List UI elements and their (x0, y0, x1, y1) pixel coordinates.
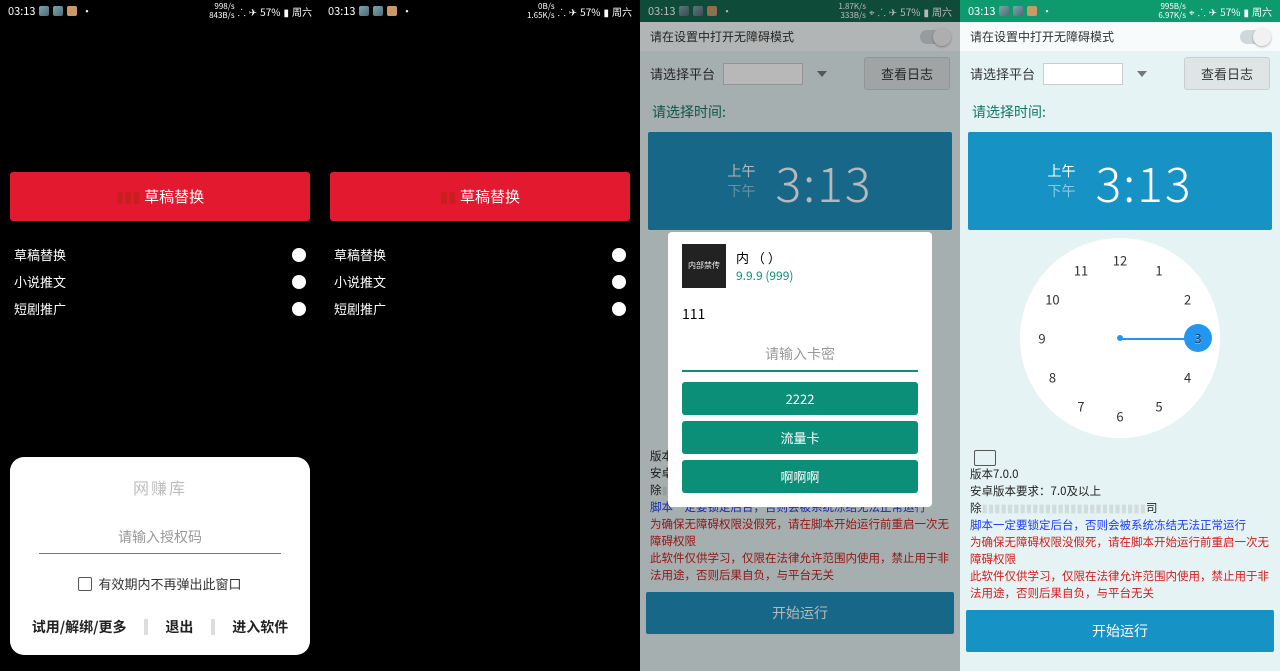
radio-dot[interactable] (612, 248, 626, 262)
accessibility-toggle[interactable] (1240, 30, 1270, 44)
clock-number[interactable]: 5 (1147, 396, 1171, 415)
chevron-down-icon[interactable] (1137, 71, 1147, 77)
clock-number[interactable]: 4 (1176, 368, 1200, 387)
info-blue: 脚本一定要锁定后台，否则会被系统冻结无法正常运行 (970, 517, 1270, 534)
radio-dot[interactable] (292, 275, 306, 289)
card-body-text: 111 (682, 304, 918, 324)
card-btn-1[interactable]: 2222 (682, 382, 918, 415)
status-bar: 03:13• 1.87K/s333B/s⌖⸫✈57%▮周六 (640, 0, 960, 22)
draft-replace-button[interactable]: ▮▮ 草稿替换 (330, 172, 630, 221)
status-bar: 03:13• 998/s843B/s⸫✈57%▮周六 (0, 0, 320, 22)
android-req-text: 安卓版本要求：7.0及以上 (970, 483, 1270, 500)
clock-number[interactable]: 2 (1176, 290, 1200, 309)
info-red1: 为确保无障碍权限没假死，请在脚本开始运行前重启一次无障碍权限 (650, 516, 950, 550)
enter-app-button[interactable]: 进入软件 (230, 611, 290, 643)
status-bar: 03:13• 995B/s6.97K/s⌖⸫✈57%▮周六 (960, 0, 1280, 22)
accessibility-row: 请在设置中打开无障碍模式 (960, 22, 1280, 51)
keyboard-icon[interactable] (974, 450, 996, 466)
exit-button[interactable]: 退出 (163, 611, 195, 643)
time-title: 请选择时间: (640, 96, 960, 128)
log-button[interactable]: 查看日志 (864, 57, 950, 90)
card-activation-popup: 内部禁传 内 （ ）9.9.9 (999) 111 请输入卡密 2222 流量卡… (668, 232, 932, 507)
clock-number[interactable]: 10 (1040, 290, 1064, 309)
card-btn-2[interactable]: 流量卡 (682, 421, 918, 454)
clock-face[interactable]: 3 123456789101112 (1020, 238, 1220, 438)
auth-popup: 网赚库 请输入授权码 有效期内不再弹出此窗口 试用/解绑/更多 退出 进入软件 (10, 457, 310, 655)
accessibility-row: 请在设置中打开无障碍模式 (640, 22, 960, 51)
list-item[interactable]: 短剧推广 (320, 295, 640, 322)
radio-dot[interactable] (612, 302, 626, 316)
airplane-icon: ✈ (249, 4, 257, 19)
start-button[interactable]: 开始运行 (966, 610, 1274, 652)
battery-icon: ▮ (283, 4, 289, 19)
card-btn-3[interactable]: 啊啊啊 (682, 460, 918, 493)
platform-label: 请选择平台 (650, 64, 715, 83)
radio-dot[interactable] (612, 275, 626, 289)
time-display: 上午下午 3:13 (968, 132, 1272, 230)
start-button[interactable]: 开始运行 (646, 592, 954, 634)
location-icon: ⌖ (1189, 4, 1195, 19)
version-text: 版本7.0.0 (970, 466, 1270, 483)
log-button[interactable]: 查看日志 (1184, 57, 1270, 90)
platform-dropdown[interactable] (723, 63, 803, 85)
chevron-down-icon[interactable] (817, 71, 827, 77)
auth-remember-checkbox[interactable]: 有效期内不再弹出此窗口 (78, 574, 241, 593)
list-item[interactable]: 小说推文 (320, 268, 640, 295)
draft-replace-button[interactable]: ▮▮▮ 草稿替换 (10, 172, 310, 221)
trial-more-button[interactable]: 试用/解绑/更多 (30, 611, 129, 643)
time-title: 请选择时间: (960, 96, 1280, 128)
clock-number[interactable]: 9 (1030, 329, 1054, 348)
auth-title: 网赚库 (133, 475, 187, 499)
wifi-icon: ⸫ (238, 4, 246, 19)
checkbox-icon[interactable] (78, 577, 92, 591)
radio-dot[interactable] (292, 248, 306, 262)
list-item[interactable]: 草稿替换 (320, 241, 640, 268)
clock-number[interactable]: 11 (1069, 261, 1093, 280)
clock-number[interactable]: 3 (1186, 329, 1210, 348)
clock-number[interactable]: 8 (1040, 368, 1064, 387)
info-red2: 此软件仅供学习，仅限在法律允许范围内使用，禁止用于非法用途，否则后果自负，与平台… (650, 550, 950, 584)
info-red1: 为确保无障碍权限没假死，请在脚本开始运行前重启一次无障碍权限 (970, 534, 1270, 568)
clock-number[interactable]: 6 (1108, 407, 1132, 426)
auth-code-input[interactable]: 请输入授权码 (39, 521, 282, 554)
time-display: 上午下午 3:13 (648, 132, 952, 230)
list-item[interactable]: 短剧推广 (0, 295, 320, 322)
accessibility-toggle[interactable] (920, 30, 950, 44)
clock-number[interactable]: 7 (1069, 396, 1093, 415)
status-bar: 03:13• 0B/s1.65K/s⸫✈57%▮周六 (320, 0, 640, 22)
clock-number[interactable]: 1 (1147, 261, 1171, 280)
info-red2: 此软件仅供学习，仅限在法律允许范围内使用，禁止用于非法用途，否则后果自负，与平台… (970, 568, 1270, 602)
clock-number[interactable]: 12 (1108, 251, 1132, 270)
platform-label: 请选择平台 (970, 64, 1035, 83)
card-avatar: 内部禁传 (682, 244, 726, 288)
card-key-input[interactable]: 请输入卡密 (682, 338, 918, 372)
card-version: 9.9.9 (999) (736, 267, 793, 284)
list-item[interactable]: 草稿替换 (0, 241, 320, 268)
card-title: 内 （ ） (736, 248, 793, 267)
radio-dot[interactable] (292, 302, 306, 316)
location-icon: ⌖ (869, 4, 875, 19)
platform-dropdown[interactable] (1043, 63, 1123, 85)
list-item[interactable]: 小说推文 (0, 268, 320, 295)
